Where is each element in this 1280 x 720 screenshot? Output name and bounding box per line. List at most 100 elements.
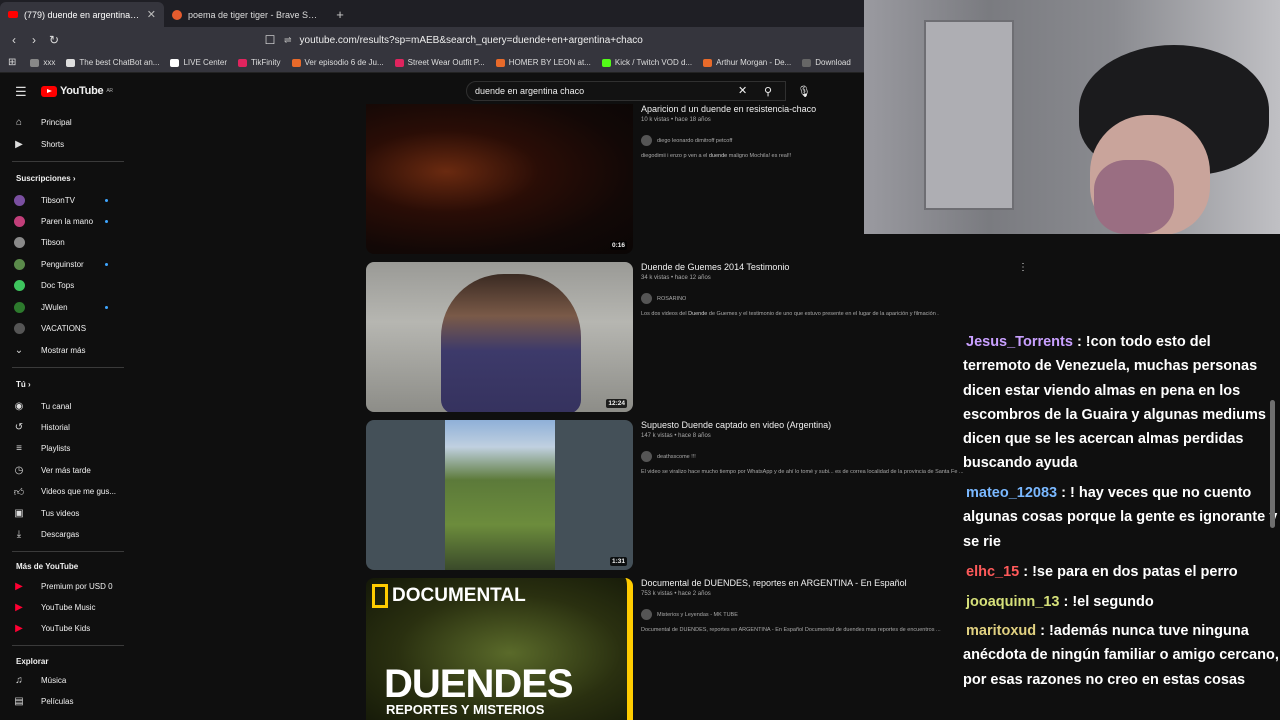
sidebar-item[interactable]: ♫ Música	[12, 670, 124, 690]
desc-text: Los dos videos del	[641, 311, 689, 317]
video-thumbnail[interactable]: 0:16	[366, 104, 633, 254]
clear-search-icon[interactable]: ✕	[738, 84, 747, 97]
url-field[interactable]: ⇌ youtube.com/results?sp=mAEB&search_que…	[284, 35, 643, 46]
sidebar-item[interactable]: TibsonTV	[12, 190, 124, 210]
sidebar-item[interactable]: JWulen	[12, 297, 124, 317]
sidebar-item[interactable]: ◷ Ver más tarde	[12, 460, 124, 480]
bookmark-item[interactable]: Street Wear Outfit P...	[394, 58, 485, 67]
page-scrollbar[interactable]	[1270, 400, 1275, 528]
channel-link[interactable]: Misterios y Leyendas - MK TUBE	[641, 609, 738, 620]
tab-brave-search[interactable]: poema de tiger tiger - Brave Search	[164, 2, 328, 27]
channel-icon: ◉	[14, 400, 24, 412]
more-options-icon[interactable]: ⋮	[1018, 262, 1028, 273]
avatar	[12, 300, 26, 314]
avatar	[12, 214, 26, 228]
app-root: (779) duende en argentina chac ✕ poema d…	[0, 0, 1280, 720]
bookmark-item[interactable]: Download	[802, 58, 851, 67]
new-tab-button[interactable]: +	[328, 2, 352, 27]
close-tab-icon[interactable]: ✕	[147, 8, 156, 21]
bookmark-label: Download	[815, 58, 851, 67]
channel-avatar	[13, 194, 25, 206]
video-result[interactable]: 12:24 Duende de Guemes 2014 Testimonio 34 …	[366, 262, 1028, 412]
forward-icon[interactable]: ›	[24, 33, 44, 47]
back-icon[interactable]: ‹	[4, 33, 24, 47]
chat-message: jooaquinn_13 : !el segundo	[963, 590, 1280, 614]
video-meta: 147 k vistas • hace 8 años	[641, 433, 711, 439]
sidebar-item[interactable]: ⤓ Descargas	[12, 524, 124, 544]
divider	[12, 645, 124, 646]
bookmark-item[interactable]: HOMER BY LEON at...	[495, 58, 591, 67]
sidebar-item[interactable]: ⌂ Principal	[12, 112, 124, 132]
video-result[interactable]: 1:31 Supuesto Duende captado en video (Ar…	[366, 420, 1006, 570]
avatar	[12, 279, 26, 293]
channel-link[interactable]: deathsscome !!!	[641, 451, 696, 462]
video-title[interactable]: Duende de Guemes 2014 Testimonio	[641, 262, 789, 272]
search-value: duende en argentina chaco	[475, 86, 585, 96]
sidebar-item[interactable]: ◉ Tu canal	[12, 396, 124, 416]
sidebar-item[interactable]: ≡ Playlists	[12, 439, 124, 459]
bookmark-item[interactable]: The best ChatBot an...	[66, 58, 159, 67]
sidebar-item[interactable]: ▶ Premium por USD 0	[12, 576, 124, 596]
sidebar-item[interactable]: ▤ Películas	[12, 691, 124, 711]
sidebar-item-label: Tu canal	[41, 401, 72, 411]
reload-icon[interactable]: ↻	[44, 33, 64, 47]
sidebar-section-header[interactable]: Suscripciones ›	[16, 174, 76, 183]
bookmark-icon[interactable]: ☐	[260, 33, 280, 47]
video-thumbnail[interactable]: DOCUMENTAL DUENDES REPORTES Y MISTERIOS	[366, 578, 633, 720]
sidebar-item-label: Paren la mano	[41, 216, 94, 226]
video-title[interactable]: Aparicion d un duende en resistencia-cha…	[641, 104, 816, 114]
sidebar-item[interactable]: Doc Tops	[12, 276, 124, 296]
section-title: Explorar	[16, 657, 49, 666]
bookmark-item[interactable]: LIVE Center	[170, 58, 227, 67]
video-description: El video se viralizo hace mucho tiempo p…	[641, 469, 991, 475]
video-thumbnail[interactable]: 12:24	[366, 262, 633, 412]
section-title: Más de YouTube	[16, 562, 79, 571]
voice-search-button[interactable]: 🎙︎	[794, 81, 814, 101]
sidebar-section-header[interactable]: Tú ›	[16, 380, 31, 389]
sidebar-item-label: Playlists	[41, 444, 71, 454]
bookmark-item[interactable]: Arthur Morgan - De...	[703, 58, 791, 67]
bookmark-item[interactable]: Kick / Twitch VOD d...	[601, 58, 692, 67]
apps-grid-icon[interactable]: ⊞	[8, 57, 16, 68]
site-info-icon[interactable]: ⇌	[284, 35, 292, 46]
sidebar-item[interactable]: Penguinstor	[12, 254, 124, 274]
sidebar-item-label: YouTube Kids	[41, 624, 91, 634]
bookmark-item[interactable]: TikFinity	[238, 58, 281, 67]
video-meta: 753 k vistas • hace 2 años	[641, 591, 711, 597]
bookmark-label: Street Wear Outfit P...	[407, 58, 485, 67]
sidebar-item-label: Principal	[41, 117, 72, 127]
home-icon: ⌂	[15, 116, 23, 128]
sidebar-item[interactable]: ↺ Historial	[12, 417, 124, 437]
bookmark-item[interactable]: xxx	[30, 58, 55, 67]
sidebar-item[interactable]: ▣ Tus videos	[12, 503, 124, 523]
bookmark-favicon-icon	[703, 58, 713, 67]
sidebar-item[interactable]: ⌄ Mostrar más	[12, 340, 124, 360]
bookmark-favicon-icon	[601, 58, 611, 67]
sidebar-section-header: Explorar	[16, 657, 48, 666]
video-result[interactable]: DOCUMENTAL DUENDES REPORTES Y MISTERIOS Doc…	[366, 578, 1006, 720]
sidebar-item[interactable]: ▶ YouTube Music	[12, 597, 124, 617]
channel-link[interactable]: ROSARINO	[641, 293, 686, 304]
video-thumbnail[interactable]: 1:31	[366, 420, 633, 570]
video-title[interactable]: Documental de DUENDES, reportes en ARGEN…	[641, 578, 907, 588]
tab-youtube[interactable]: (779) duende en argentina chac ✕	[0, 2, 164, 27]
chevron-right-icon: ›	[70, 174, 76, 183]
search-button[interactable]: ⚲	[757, 81, 779, 101]
sidebar-item-label: Premium por USD 0	[41, 581, 113, 591]
youtube-logo[interactable]: YouTube AR	[41, 85, 113, 97]
sidebar-item[interactable]: ▶ YouTube Kids	[12, 619, 124, 639]
video-title[interactable]: Supuesto Duende captado en video (Argent…	[641, 420, 831, 430]
microphone-icon: 🎙︎	[797, 85, 811, 98]
sidebar-item[interactable]: ▶ Shorts	[12, 134, 124, 154]
sidebar-item[interactable]: VACATIONS	[12, 318, 124, 338]
section-title: Suscripciones	[16, 174, 71, 183]
bookmark-item[interactable]: Ver episodio 6 de Ju...	[291, 58, 384, 67]
sidebar-item-label: TibsonTV	[41, 195, 75, 205]
menu-icon[interactable]: ☰	[15, 84, 27, 100]
sidebar-item[interactable]: Paren la mano	[12, 211, 124, 231]
youtube-brand-icon: ▶	[15, 601, 23, 613]
channel-avatar	[13, 280, 25, 292]
channel-link[interactable]: diego leonardo dimitroff petcoff	[641, 135, 732, 146]
sidebar-item[interactable]: 👍︎ Videos que me gus...	[12, 482, 124, 502]
sidebar-item[interactable]: Tibson	[12, 233, 124, 253]
